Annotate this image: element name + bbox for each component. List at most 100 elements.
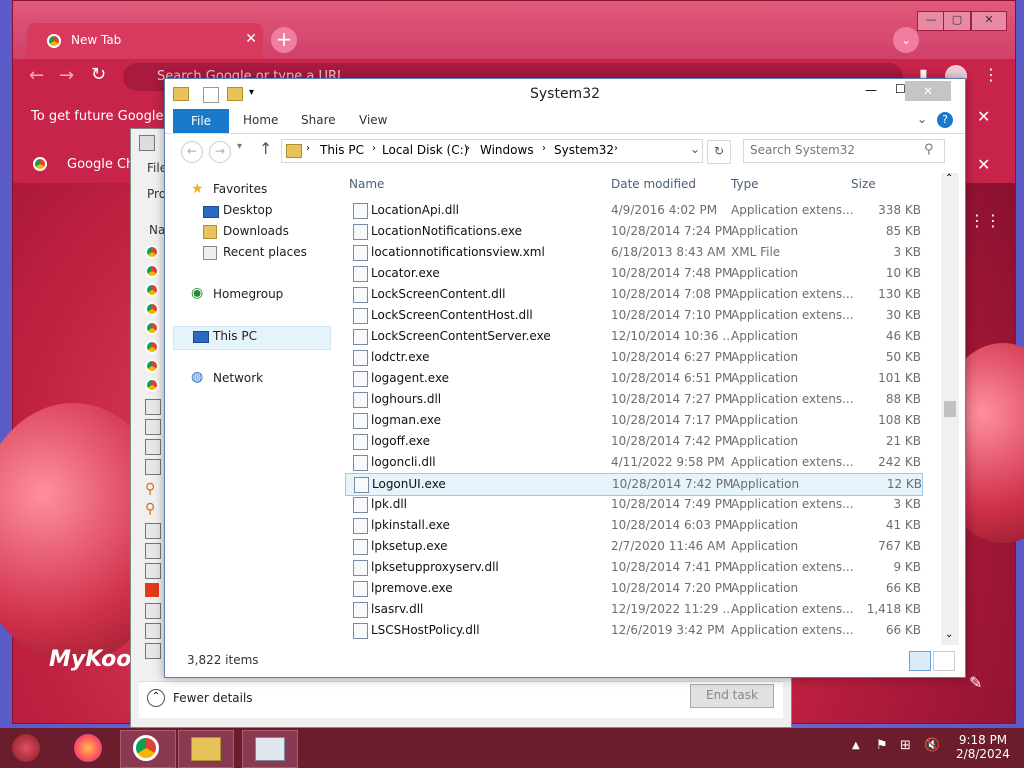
file-row[interactable]: lpkinstall.exe 10/28/2014 6:03 PM Applicat… [345, 515, 921, 536]
file-row[interactable]: loghours.dll 10/28/2014 7:27 PM Applicatio… [345, 389, 921, 410]
file-row[interactable]: LocationApi.dll 4/9/2016 4:02 PM Applicati… [345, 200, 921, 221]
apps-grid-icon[interactable]: ⋮⋮ [969, 211, 1001, 230]
file-type: Application extens... [731, 392, 854, 406]
file-row[interactable]: lpremove.exe 10/28/2014 7:20 PM Applicatio… [345, 578, 921, 599]
back-icon[interactable]: ← [181, 141, 203, 163]
address-bar[interactable]: › This PC › Local Disk (C:) › Windows › … [281, 139, 703, 163]
large-icons-view-icon[interactable] [933, 651, 955, 671]
file-row[interactable]: logoff.exe 10/28/2014 7:42 PM Application 2… [345, 431, 921, 452]
close-button[interactable]: ✕ [971, 11, 1007, 31]
start-button[interactable] [12, 734, 40, 762]
properties-icon[interactable] [203, 87, 219, 103]
file-row[interactable]: LockScreenContentServer.exe 12/10/2014 10… [345, 326, 921, 347]
breadcrumb-separator-icon[interactable]: › [306, 143, 310, 154]
breadcrumb-separator-icon[interactable]: › [372, 143, 376, 154]
file-date: 4/9/2016 4:02 PM [611, 203, 718, 217]
chevron-down-icon[interactable]: ▾ [237, 141, 242, 152]
file-row[interactable]: LogonUI.exe 10/28/2014 7:42 PM Application… [345, 473, 923, 496]
column-header-date[interactable]: Date modified [611, 177, 696, 191]
file-row[interactable]: LSCSHostPolicy.dll 12/6/2019 3:42 PM Appli… [345, 620, 921, 641]
back-icon[interactable]: ← [29, 65, 44, 86]
chrome-logo-icon [145, 264, 159, 278]
taskbar-explorer[interactable] [178, 730, 234, 768]
file-row[interactable]: logman.exe 10/28/2014 7:17 PM Application 1… [345, 410, 921, 431]
minimize-button[interactable]: — [917, 11, 945, 31]
taskbar-task-manager[interactable] [242, 730, 298, 768]
file-row[interactable]: logoncli.dll 4/11/2022 9:58 PM Application… [345, 452, 921, 473]
chevron-up-icon[interactable]: ⌃ [147, 689, 165, 707]
taskbar-chrome[interactable] [120, 730, 176, 768]
menu-icon[interactable]: ⋮ [983, 65, 999, 84]
nav-desktop[interactable]: Desktop [223, 203, 273, 217]
nav-this-pc[interactable]: This PC [213, 329, 257, 343]
column-header-size[interactable]: Size [851, 177, 876, 191]
breadcrumb-separator-icon[interactable]: › [614, 143, 618, 154]
file-row[interactable]: LocationNotifications.exe 10/28/2014 7:24… [345, 221, 921, 242]
nav-homegroup[interactable]: Homegroup [213, 287, 283, 301]
vertical-scrollbar[interactable]: ⌃ ⌄ [941, 173, 959, 645]
chevron-down-icon[interactable]: ⌄ [690, 142, 700, 156]
breadcrumb-windows[interactable]: Windows [480, 143, 534, 157]
nav-downloads[interactable]: Downloads [223, 224, 289, 238]
end-task-button[interactable]: End task [690, 684, 774, 708]
forward-icon[interactable]: → [209, 141, 231, 163]
fewer-details-link[interactable]: Fewer details [173, 691, 253, 705]
ribbon-tab-file[interactable]: File [173, 109, 229, 133]
chevron-down-icon[interactable]: ▾ [249, 87, 254, 98]
ribbon-tab-home[interactable]: Home [243, 113, 278, 127]
search-input[interactable]: Search System32 ⚲ [743, 139, 945, 163]
close-icon[interactable]: ✕ [245, 31, 257, 47]
chevron-down-icon[interactable]: ⌄ [917, 112, 927, 126]
file-row[interactable]: logagent.exe 10/28/2014 6:51 PM Applicatio… [345, 368, 921, 389]
process-icon [145, 399, 161, 415]
file-row[interactable]: lpksetupproxyserv.dll 10/28/2014 7:41 PM A… [345, 557, 921, 578]
flag-icon[interactable]: ⚑ [876, 738, 888, 753]
column-header-type[interactable]: Type [731, 177, 759, 191]
file-row[interactable]: lpk.dll 10/28/2014 7:49 PM Application ext… [345, 494, 921, 515]
nav-favorites[interactable]: Favorites [213, 182, 267, 196]
close-icon[interactable]: ✕ [977, 155, 990, 174]
chrome-tab-newtab[interactable]: New Tab ✕ [27, 23, 263, 59]
chevron-down-icon[interactable]: ⌄ [945, 629, 953, 640]
breadcrumb-separator-icon[interactable]: › [466, 143, 470, 154]
volume-muted-icon[interactable]: 🔇 [924, 738, 940, 753]
nav-network[interactable]: Network [213, 371, 263, 385]
network-tray-icon[interactable]: ⊞ [900, 738, 911, 753]
ribbon-tab-share[interactable]: Share [301, 113, 336, 127]
file-row[interactable]: lsasrv.dll 12/19/2022 11:29 ... Applicatio… [345, 599, 921, 620]
minimize-button[interactable]: — [865, 83, 877, 97]
chevron-down-icon[interactable]: ⌄ [893, 27, 919, 53]
file-row[interactable]: LockScreenContent.dll 10/28/2014 7:08 PM A… [345, 284, 921, 305]
details-view-icon[interactable] [909, 651, 931, 671]
breadcrumb-separator-icon[interactable]: › [542, 143, 546, 154]
column-header-name[interactable]: Name [349, 177, 384, 191]
file-row[interactable]: Locator.exe 10/28/2014 7:48 PM Application… [345, 263, 921, 284]
breadcrumb-system32[interactable]: System32 [554, 143, 614, 157]
scrollbar-thumb[interactable] [944, 401, 956, 417]
up-icon[interactable]: ↑ [259, 139, 272, 158]
close-button[interactable]: ✕ [905, 81, 951, 101]
breadcrumb-thispc[interactable]: This PC [320, 143, 364, 157]
system-clock[interactable]: 9:18 PM 2/8/2024 [950, 733, 1016, 761]
file-row[interactable]: LockScreenContentHost.dll 10/28/2014 7:10… [345, 305, 921, 326]
chevron-up-icon[interactable]: ▲ [852, 740, 860, 751]
search-icon[interactable]: ⚲ [924, 142, 934, 157]
file-row[interactable]: lpksetup.exe 2/7/2020 11:46 AM Application… [345, 536, 921, 557]
taskmgr-col-name[interactable]: Na [149, 223, 165, 237]
nav-recent-places[interactable]: Recent places [223, 245, 307, 259]
new-folder-icon[interactable] [227, 87, 243, 101]
maximize-button[interactable]: ▢ [943, 11, 971, 31]
file-row[interactable]: locationnotificationsview.xml 6/18/2013 8… [345, 242, 921, 263]
pencil-icon[interactable]: ✎ [969, 673, 982, 692]
close-icon[interactable]: ✕ [977, 107, 990, 126]
help-icon[interactable]: ? [937, 112, 953, 128]
refresh-icon[interactable]: ↻ [707, 140, 731, 164]
taskbar-firefox[interactable] [62, 730, 116, 766]
file-row[interactable]: lodctr.exe 10/28/2014 6:27 PM Application 5… [345, 347, 921, 368]
new-tab-button[interactable]: + [271, 27, 297, 53]
forward-icon[interactable]: → [59, 65, 74, 86]
reload-icon[interactable]: ↻ [91, 64, 106, 85]
breadcrumb-localdisk[interactable]: Local Disk (C:) [382, 143, 468, 157]
chevron-up-icon[interactable]: ⌃ [945, 173, 953, 184]
ribbon-tab-view[interactable]: View [359, 113, 387, 127]
